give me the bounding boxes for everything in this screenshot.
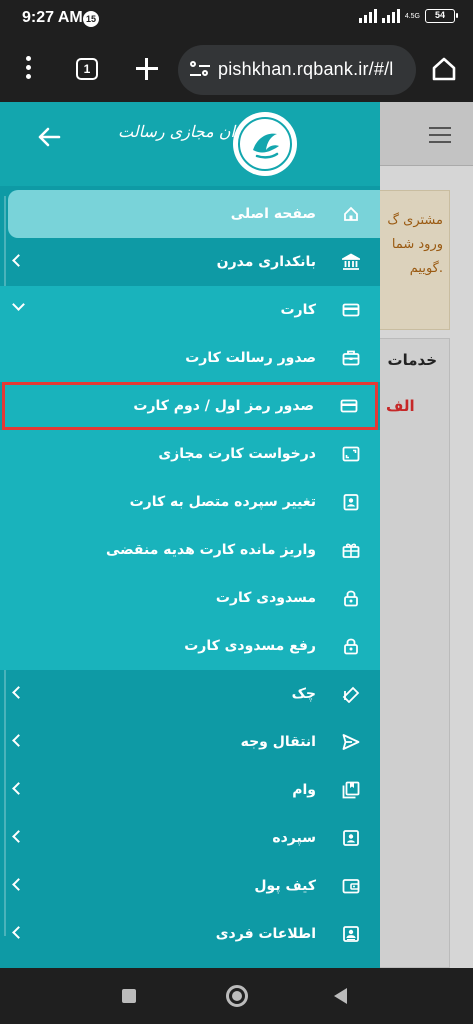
home-button[interactable] [226, 985, 248, 1007]
lock-icon [344, 638, 358, 655]
menu-item-label: صفحه اصلی [230, 206, 316, 222]
virtual-card-icon [342, 446, 360, 462]
chevron-left-icon [12, 878, 25, 891]
menu-item-block-card[interactable]: مسدودی کارت [0, 574, 380, 622]
menu-item-card[interactable]: کارت [0, 286, 380, 334]
site-settings-icon[interactable] [190, 61, 210, 79]
services-card: خدمات [370, 338, 450, 968]
notice-line: ورود شما [391, 237, 443, 252]
notice-line: مشتری گ [387, 213, 443, 228]
menu-item-cheque[interactable]: چک [0, 670, 380, 718]
chevron-left-icon [12, 734, 25, 747]
menu-item-wallet[interactable]: کیف پول [0, 862, 380, 910]
menu-item-label: درخواست کارت مجازی [158, 446, 316, 462]
menu-item-label: صدور رسالت کارت [185, 350, 316, 366]
chevron-left-icon [12, 686, 25, 699]
menu-item-loan[interactable]: وام [0, 766, 380, 814]
deposit-icon [343, 830, 359, 846]
url-text[interactable]: pishkhan.rqbank.ir/#/l [218, 59, 394, 80]
menu-item-issue-resalat-card[interactable]: صدور رسالت کارت [0, 334, 380, 382]
menu-item-label: مسدودی کارت [215, 590, 316, 606]
contact-card-icon [343, 494, 359, 511]
system-navigation-bar [0, 968, 473, 1024]
send-icon [342, 734, 360, 750]
gift-icon [342, 543, 360, 558]
notification-badge: 15 [83, 11, 99, 27]
drawer-menu: صفحه اصلی بانکداری مدرن کارت صدور رسالت … [0, 190, 380, 958]
new-tab-button[interactable] [134, 56, 160, 82]
menu-item-money-transfer[interactable]: انتقال وجه [0, 718, 380, 766]
menu-item-label: واریز مانده کارت هدیه منقضی [105, 542, 316, 558]
annotation-label: الف [386, 397, 415, 415]
briefcase-icon [342, 350, 360, 366]
recent-apps-button[interactable] [122, 989, 136, 1003]
chevron-left-icon [12, 782, 25, 795]
navigation-drawer: پیشخوان مجازی رسالت صفحه اصلی بانکداری م… [0, 102, 380, 968]
back-button[interactable] [334, 988, 347, 1004]
status-time: 9:27 AM [22, 9, 83, 26]
wallet-icon [342, 879, 360, 894]
services-card-title: خدمات [387, 351, 437, 369]
menu-item-label: کیف پول [254, 878, 316, 894]
menu-item-unblock-card[interactable]: رفع مسدودی کارت [0, 622, 380, 670]
status-bar: 9:27 AM 15 4.5G 54 [0, 0, 473, 40]
profile-icon [343, 926, 359, 942]
signal-icon-secondary [381, 9, 400, 23]
chevron-left-icon [12, 926, 25, 939]
menu-item-expired-gift-card-refund[interactable]: واریز مانده کارت هدیه منقضی [0, 526, 380, 574]
card-icon [340, 399, 358, 413]
chevron-left-icon [12, 830, 25, 843]
menu-item-label: انتقال وجه [240, 734, 316, 750]
address-bar[interactable]: pishkhan.rqbank.ir/#/l [178, 45, 416, 95]
menu-item-virtual-card-request[interactable]: درخواست کارت مجازی [0, 430, 380, 478]
card-icon [342, 303, 360, 317]
signal-icon [358, 9, 377, 23]
cheque-icon [342, 686, 360, 703]
menu-item-personal-info[interactable]: اطلاعات فردی [0, 910, 380, 958]
home-icon[interactable] [430, 55, 458, 83]
hamburger-icon[interactable] [429, 127, 451, 143]
menu-item-modern-banking[interactable]: بانکداری مدرن [0, 238, 380, 286]
drawer-header: پیشخوان مجازی رسالت [0, 102, 380, 186]
back-arrow-icon[interactable] [36, 124, 62, 150]
home-icon [344, 206, 358, 221]
browser-toolbar: 1 pishkhan.rqbank.ir/#/l [0, 40, 473, 102]
menu-item-deposit[interactable]: سپرده [0, 814, 380, 862]
menu-item-label: بانکداری مدرن [216, 254, 316, 270]
loan-book-icon [342, 781, 360, 799]
resalat-logo-icon [233, 112, 297, 176]
notice-line: گوییم. [409, 261, 443, 276]
menu-item-label: چک [291, 686, 316, 702]
chevron-left-icon [12, 254, 25, 267]
menu-item-label: سپرده [272, 830, 316, 846]
status-icons: 4.5G 54 [358, 9, 458, 23]
tab-switcher-button[interactable]: 1 [76, 58, 98, 80]
menu-item-label: تغییر سپرده متصل به کارت [129, 494, 316, 510]
battery-icon: 54 [425, 9, 458, 23]
phone-screen: 9:27 AM 15 4.5G 54 1 pishkhan.rqbank.ir/… [0, 0, 473, 1024]
menu-item-label: صدور رمز اول / دوم کارت [133, 398, 314, 414]
bank-icon [342, 253, 360, 270]
chevron-down-icon [12, 298, 25, 311]
menu-item-label: رفع مسدودی کارت [184, 638, 316, 654]
notice-box: مشتری گ ورود شما گوییم. [370, 190, 450, 330]
menu-item-home[interactable]: صفحه اصلی [8, 190, 380, 238]
network-type: 4.5G [404, 12, 420, 20]
menu-item-change-linked-deposit[interactable]: تغییر سپرده متصل به کارت [0, 478, 380, 526]
more-options-icon[interactable] [20, 56, 36, 86]
menu-item-label: اطلاعات فردی [215, 926, 316, 942]
menu-item-label: کارت [280, 302, 316, 318]
menu-item-issue-card-pin[interactable]: صدور رمز اول / دوم کارت [2, 382, 378, 430]
menu-item-label: وام [292, 782, 316, 798]
lock-icon [344, 590, 358, 607]
